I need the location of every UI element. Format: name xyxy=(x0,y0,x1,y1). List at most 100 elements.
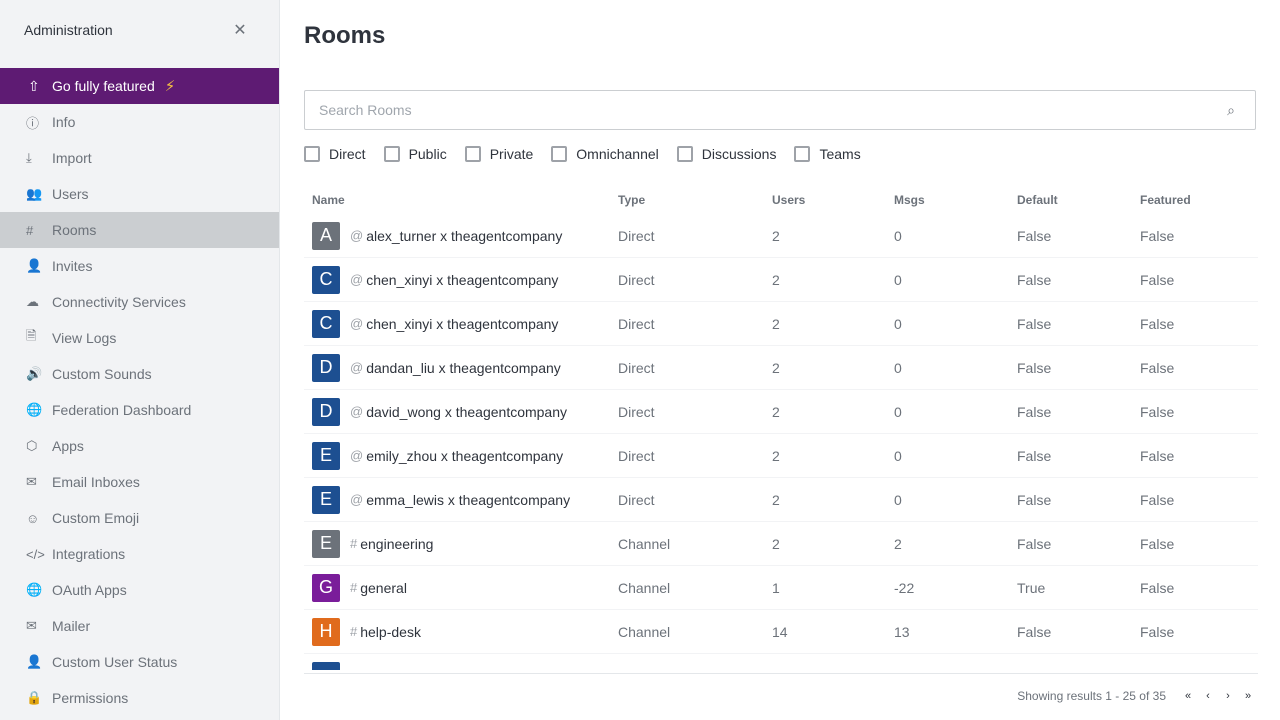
table-row[interactable]: D @ david_wong x theagentcompany Direct 2 0 Fa… xyxy=(304,390,1258,434)
sort-icon[interactable] xyxy=(1064,195,1074,205)
sidebar-item-view-logs[interactable]: 🗎 View Logs xyxy=(0,320,279,356)
filter-teams-checkbox[interactable] xyxy=(794,146,811,162)
filter-private-checkbox[interactable] xyxy=(464,146,481,162)
users-icon: 👥 xyxy=(26,186,43,201)
sort-icon[interactable] xyxy=(931,195,941,205)
cell-featured: False xyxy=(1140,447,1175,464)
sidebar-item-federation-dashboard[interactable]: 🌐 Federation Dashboard xyxy=(0,392,279,428)
search-icon[interactable]: ⌕ xyxy=(1221,102,1241,119)
hashtag-icon: # xyxy=(350,624,358,639)
code-icon: </> xyxy=(26,546,45,562)
room-name: chen_xinyi x theagentcompany xyxy=(366,271,559,288)
sidebar-item-email-inboxes[interactable]: ✉ Email Inboxes xyxy=(0,464,279,500)
table-header: Name Type Users Msgs Default Featured xyxy=(304,186,1258,214)
table-row[interactable]: E @ emily_zhou x theagentcompany Direct 2 0 Fa… xyxy=(304,434,1258,478)
filter-public-checkbox[interactable] xyxy=(383,146,400,162)
filter-direct[interactable]: Direct xyxy=(304,146,366,162)
filter-teams[interactable]: Teams xyxy=(794,146,861,162)
sort-icon[interactable] xyxy=(811,195,821,205)
room-avatar: D xyxy=(312,397,340,426)
sidebar-item-rooms[interactable]: # Rooms xyxy=(0,212,279,248)
first-page-button[interactable]: « xyxy=(1180,688,1196,704)
filter-omnichannel-checkbox[interactable] xyxy=(551,146,568,162)
room-name: emily_zhou x theagentcompany xyxy=(366,447,564,464)
cell-featured: False xyxy=(1140,227,1175,244)
cell-type: Direct xyxy=(618,315,655,332)
cell-name: G # general xyxy=(304,566,610,609)
sort-icon[interactable] xyxy=(351,195,361,205)
at-icon: @ xyxy=(350,316,364,331)
cell-msgs: 0 xyxy=(894,227,902,244)
sidebar-item-invites[interactable]: 👤 Invites xyxy=(0,248,279,284)
table-row[interactable]: A @ alex_turner x theagentcompany Direct 2 0 F… xyxy=(304,214,1258,258)
filter-label: Omnichannel xyxy=(576,146,659,162)
next-page-button[interactable]: › xyxy=(1220,688,1236,704)
table-row[interactable]: E @ emma_lewis x theagentcompany Direct 2 0 Fa… xyxy=(304,478,1258,522)
sidebar-item-connectivity-services[interactable]: ☁ Connectivity Services xyxy=(0,284,279,320)
column-header-default[interactable]: Default xyxy=(1009,193,1132,207)
sidebar-item-custom-user-status[interactable]: 👤 Custom User Status xyxy=(0,644,279,680)
sidebar-item-apps[interactable]: ⬡ Apps xyxy=(0,428,279,464)
table-row[interactable]: C @ chen_xinyi x theagentcompany Direct 2 0 Fa… xyxy=(304,302,1258,346)
cell-default: False xyxy=(1017,227,1052,244)
sidebar-item-permissions[interactable]: 🔒 Permissions xyxy=(0,680,279,716)
column-header-label: Featured xyxy=(1140,193,1191,207)
at-icon: @ xyxy=(350,272,364,287)
filter-label: Private xyxy=(489,146,534,162)
search-input[interactable] xyxy=(319,102,1221,118)
file-icon: 🗎 xyxy=(26,328,37,343)
sidebar-item-custom-sounds[interactable]: 🔊 Custom Sounds xyxy=(0,356,279,392)
prev-page-button[interactable]: ‹ xyxy=(1200,688,1216,704)
sort-icon[interactable] xyxy=(1197,195,1207,205)
sidebar-item-custom-emoji[interactable]: ☺ Custom Emoji xyxy=(0,500,279,536)
room-avatar xyxy=(312,662,340,670)
filter-omnichannel[interactable]: Omnichannel xyxy=(551,146,659,162)
sidebar-item-users[interactable]: 👥 Users xyxy=(0,176,279,212)
sidebar-item-label: Import xyxy=(52,150,92,166)
column-header-name[interactable]: Name xyxy=(304,193,610,207)
upgrade-arrow-icon: ⇧ xyxy=(28,77,40,94)
sidebar-item-label: Mailer xyxy=(52,618,91,634)
sidebar-item-label: Info xyxy=(52,114,76,130)
filter-discussions-checkbox[interactable] xyxy=(676,146,693,162)
table-row[interactable]: H # help-desk Channel 14 13 False False xyxy=(304,610,1258,654)
filter-public[interactable]: Public xyxy=(383,146,447,162)
column-header-type[interactable]: Type xyxy=(610,193,764,207)
room-avatar: E xyxy=(312,441,340,470)
table-row[interactable]: D @ dandan_liu x theagentcompany Direct 2 0 Fa… xyxy=(304,346,1258,390)
hashtag-icon: # xyxy=(350,536,358,551)
column-header-msgs[interactable]: Msgs xyxy=(886,193,1009,207)
filter-label: Direct xyxy=(329,146,366,162)
filter-private[interactable]: Private xyxy=(464,146,534,162)
sidebar-item-mailer[interactable]: ✉ Mailer xyxy=(0,608,279,644)
cell-type: Direct xyxy=(618,403,655,420)
close-icon[interactable]: ✕ xyxy=(225,15,255,45)
sidebar-item-info[interactable]: ⓘ Info xyxy=(0,104,279,140)
cell-default: False xyxy=(1017,623,1052,640)
cell-type: Direct xyxy=(618,447,655,464)
room-name: engineering xyxy=(360,535,434,552)
table-row[interactable]: C @ chen_xinyi x theagentcompany Direct 2 0 Fa… xyxy=(304,258,1258,302)
room-name: alex_turner x theagentcompany xyxy=(366,227,563,244)
sidebar-item-label: Custom Sounds xyxy=(52,366,152,382)
go-fully-featured-button[interactable]: ⇧ Go fully featured ⚡ xyxy=(0,68,279,104)
last-page-button[interactable]: » xyxy=(1240,688,1256,704)
sort-icon[interactable] xyxy=(651,195,661,205)
column-header-featured[interactable]: Featured xyxy=(1132,193,1258,207)
sidebar-item-oauth-apps[interactable]: 🌐 OAuth Apps xyxy=(0,572,279,608)
search-box: ⌕ xyxy=(304,90,1256,130)
sidebar-item-label: Federation Dashboard xyxy=(52,402,192,418)
table-row[interactable]: E # engineering Channel 2 2 False False xyxy=(304,522,1258,566)
filter-discussions[interactable]: Discussions xyxy=(676,146,776,162)
column-header-label: Msgs xyxy=(894,193,925,207)
filter-direct-checkbox[interactable] xyxy=(304,146,320,162)
table-row[interactable]: G # general Channel 1 -22 True False xyxy=(304,566,1258,610)
cell-msgs: 0 xyxy=(894,315,902,332)
table-row-partial[interactable] xyxy=(304,654,1258,670)
hashtag-icon: # xyxy=(350,580,358,595)
mail-icon: ✉ xyxy=(26,618,37,633)
column-header-users[interactable]: Users xyxy=(764,193,886,207)
cell-type: Channel xyxy=(618,623,671,640)
sidebar-item-import[interactable]: ⤓ Import xyxy=(0,140,279,176)
sidebar-item-integrations[interactable]: </> Integrations xyxy=(0,536,279,572)
